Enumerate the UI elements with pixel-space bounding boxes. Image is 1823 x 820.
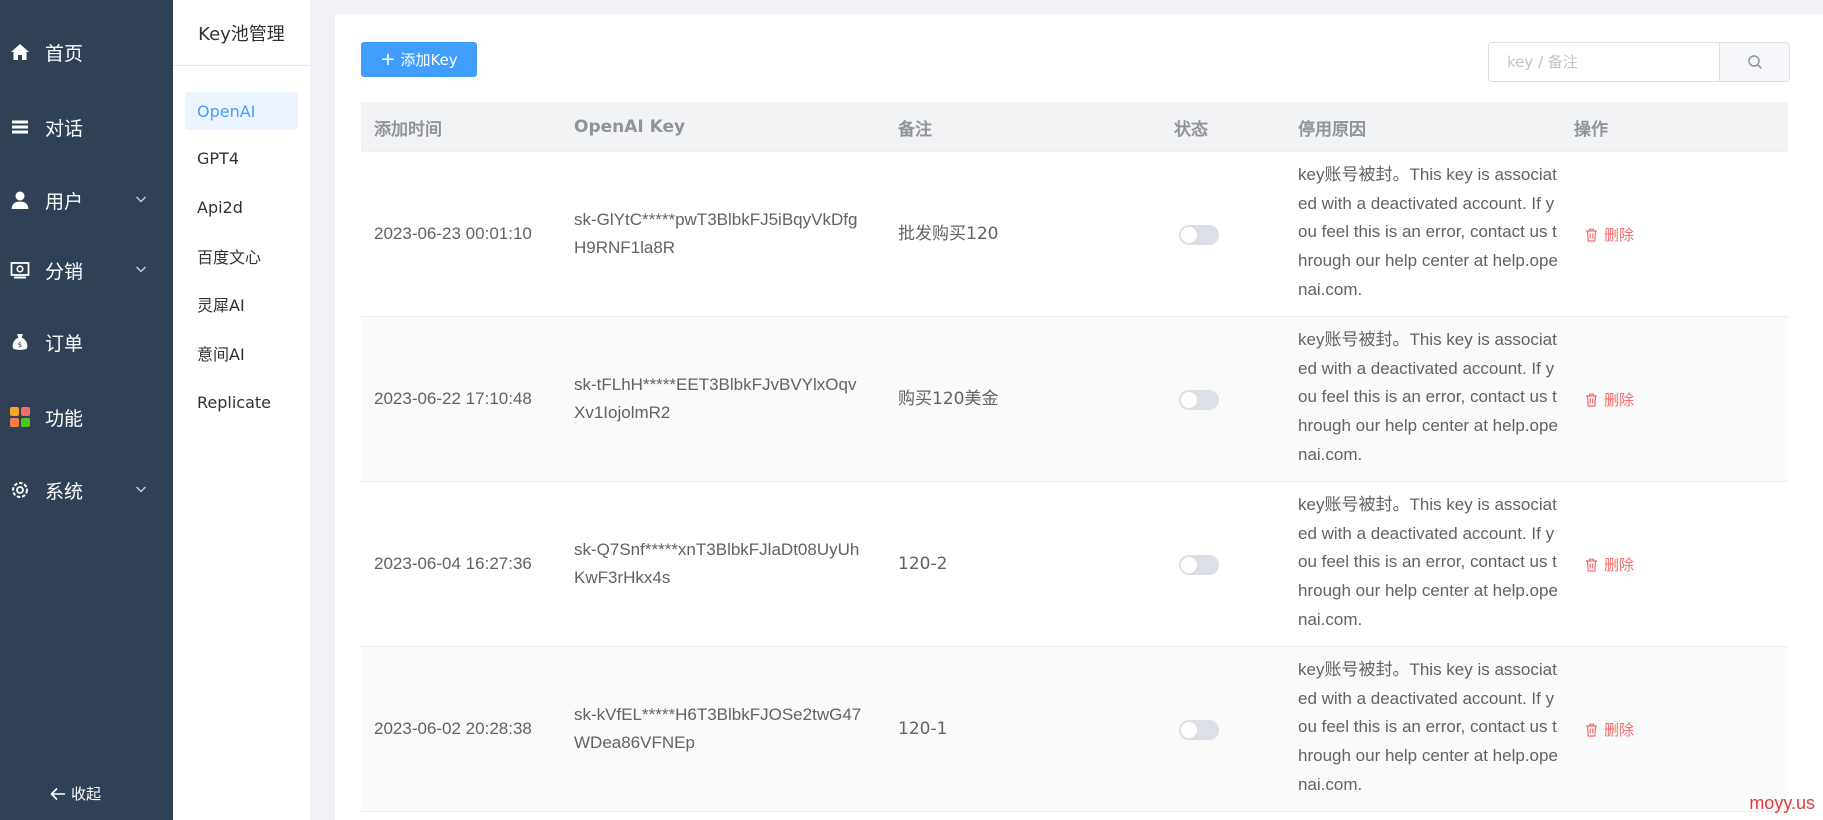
- sidebar-item-label: 首页: [45, 42, 84, 65]
- subnav-item-api2d[interactable]: Api2d: [185, 188, 298, 226]
- trash-icon: [1586, 558, 1597, 572]
- table-row: 2023-06-23 00:01:10 sk-GlYtC*****pwT3Blb…: [361, 152, 1788, 317]
- home-icon: [9, 41, 31, 63]
- arrow-left-icon: [50, 787, 65, 800]
- delete-label: 删除: [1604, 391, 1635, 409]
- delete-label: 删除: [1604, 226, 1635, 244]
- search-box: [1488, 42, 1790, 82]
- plus-icon: +: [380, 48, 396, 70]
- sidebar-item-features[interactable]: 功能: [0, 397, 173, 437]
- cell-reason: key账号被封。This key is associated with a de…: [1298, 330, 1558, 464]
- cell-time: 2023-06-04 16:27:36: [374, 554, 532, 573]
- column-header-actions[interactable]: 操作: [1574, 102, 1608, 152]
- key-line: KwF3rHkx4s: [574, 568, 671, 587]
- trash-icon: [1586, 723, 1597, 737]
- trash-icon: [1586, 228, 1597, 242]
- cell-reason: key账号被封。This key is associated with a de…: [1298, 495, 1558, 629]
- svg-text:$: $: [18, 341, 22, 349]
- sidebar-item-system[interactable]: 系统: [0, 470, 173, 510]
- cell-key: sk-Q7Snf*****xnT3BlbkFJlaDt08UyUh KwF3rH…: [574, 536, 859, 592]
- user-icon: [9, 189, 31, 211]
- sidebar-item-orders[interactable]: $ 订单: [0, 322, 173, 362]
- cell-note: 120-2: [898, 554, 948, 574]
- cell-note: 批发购买120: [898, 224, 999, 244]
- sidebar-item-users[interactable]: 用户: [0, 180, 173, 220]
- cell-key: sk-tFLhH*****EET3BlbkFJvBVYlxOqv Xv1Iojo…: [574, 371, 856, 427]
- sidebar-item-label: 订单: [45, 332, 84, 355]
- column-header-status[interactable]: 状态: [1174, 102, 1208, 152]
- cell-note: 购买120美金: [898, 389, 999, 409]
- cell-time: 2023-06-02 20:28:38: [374, 719, 532, 738]
- cell-key: sk-kVfEL*****H6T3BlbkFJOSe2twG47 WDea86V…: [574, 701, 861, 757]
- watermark: moyy.us: [1749, 793, 1815, 813]
- status-toggle[interactable]: [1179, 720, 1219, 740]
- sidebar-item-label: 系统: [45, 480, 84, 503]
- trash-icon: [1586, 393, 1597, 407]
- main-content-card: + 添加Key 添加时间 OpenAI Key 备注 状态 停用原因 操作 20…: [335, 14, 1823, 820]
- key-line: Xv1IojolmR2: [574, 403, 671, 422]
- key-line: sk-Q7Snf*****xnT3BlbkFJlaDt08UyUh: [574, 540, 860, 559]
- search-icon: [1747, 55, 1762, 70]
- table-header: 添加时间 OpenAI Key 备注 状态 停用原因 操作: [361, 102, 1788, 152]
- collapse-label: 收起: [71, 785, 102, 803]
- sidebar-item-distribution[interactable]: 分销: [0, 250, 173, 290]
- key-line: sk-kVfEL*****H6T3BlbkFJOSe2twG47: [574, 705, 862, 724]
- status-toggle[interactable]: [1179, 390, 1219, 410]
- cell-time: 2023-06-23 00:01:10: [374, 224, 532, 243]
- table-row: 2023-06-04 16:27:36 sk-Q7Snf*****xnT3Blb…: [361, 482, 1788, 647]
- cell-key: sk-GlYtC*****pwT3BlbkFJ5iBqyVkDfg H9RNF1…: [574, 206, 857, 262]
- sidebar-item-label: 功能: [45, 407, 84, 430]
- subnav-item-yijian-ai[interactable]: 意间AI: [185, 334, 298, 372]
- search-input[interactable]: [1489, 43, 1719, 81]
- key-line: sk-GlYtC*****pwT3BlbkFJ5iBqyVkDfg: [574, 210, 858, 229]
- key-pool-subnav: Key池管理 OpenAI GPT4 Api2d 百度文心 灵犀AI 意间AI …: [173, 0, 310, 820]
- cell-reason: key账号被封。This key is associated with a de…: [1298, 165, 1558, 299]
- list-icon: [9, 116, 31, 138]
- status-toggle[interactable]: [1179, 555, 1219, 575]
- gear-icon: [9, 479, 31, 501]
- table-row: 2023-06-02 20:28:38 sk-kVfEL*****H6T3Blb…: [361, 647, 1788, 812]
- key-line: sk-tFLhH*****EET3BlbkFJvBVYlxOqv: [574, 375, 857, 394]
- delete-button[interactable]: 删除: [1585, 719, 1634, 740]
- column-header-reason[interactable]: 停用原因: [1298, 102, 1366, 152]
- sidebar-item-chat[interactable]: 对话: [0, 107, 173, 147]
- sidebar-item-label: 分销: [45, 260, 84, 283]
- status-toggle[interactable]: [1179, 225, 1219, 245]
- subnav-title: Key池管理: [173, 0, 310, 66]
- column-header-note[interactable]: 备注: [898, 102, 932, 152]
- subnav-item-lingxi-ai[interactable]: 灵犀AI: [185, 285, 298, 323]
- apps-icon: [9, 406, 31, 428]
- cell-time: 2023-06-22 17:10:48: [374, 389, 532, 408]
- chevron-down-icon: [135, 196, 147, 203]
- main-sidebar: 首页 对话 用户 分销 $ 订单 功能 系统 收起: [0, 0, 173, 820]
- distribution-icon: [9, 259, 31, 281]
- add-key-button[interactable]: + 添加Key: [361, 42, 477, 77]
- search-button[interactable]: [1719, 43, 1789, 81]
- column-header-time[interactable]: 添加时间: [374, 102, 442, 152]
- key-table: 添加时间 OpenAI Key 备注 状态 停用原因 操作 2023-06-23…: [361, 102, 1788, 812]
- subnav-item-gpt4[interactable]: GPT4: [185, 139, 298, 177]
- money-bag-icon: $: [9, 331, 31, 353]
- delete-label: 删除: [1604, 556, 1635, 574]
- table-row: 2023-06-22 17:10:48 sk-tFLhH*****EET3Blb…: [361, 317, 1788, 482]
- collapse-button[interactable]: 收起: [50, 783, 101, 804]
- cell-reason: key账号被封。This key is associated with a de…: [1298, 660, 1558, 794]
- sidebar-item-home[interactable]: 首页: [0, 32, 173, 72]
- sidebar-item-label: 用户: [45, 190, 84, 213]
- cell-note: 120-1: [898, 719, 948, 739]
- subnav-item-openai[interactable]: OpenAI: [185, 92, 298, 130]
- delete-button[interactable]: 删除: [1585, 224, 1634, 245]
- subnav-item-baidu-wenxin[interactable]: 百度文心: [185, 237, 298, 275]
- subnav-item-replicate[interactable]: Replicate: [185, 383, 298, 421]
- chevron-down-icon: [135, 266, 147, 273]
- delete-button[interactable]: 删除: [1585, 554, 1634, 575]
- key-line: H9RNF1la8R: [574, 238, 676, 257]
- add-key-label: 添加Key: [400, 51, 458, 69]
- column-header-key[interactable]: OpenAI Key: [574, 102, 685, 152]
- sidebar-item-label: 对话: [45, 117, 84, 140]
- delete-button[interactable]: 删除: [1585, 389, 1634, 410]
- delete-label: 删除: [1604, 721, 1635, 739]
- key-line: WDea86VFNEp: [574, 733, 695, 752]
- chevron-down-icon: [135, 486, 147, 493]
